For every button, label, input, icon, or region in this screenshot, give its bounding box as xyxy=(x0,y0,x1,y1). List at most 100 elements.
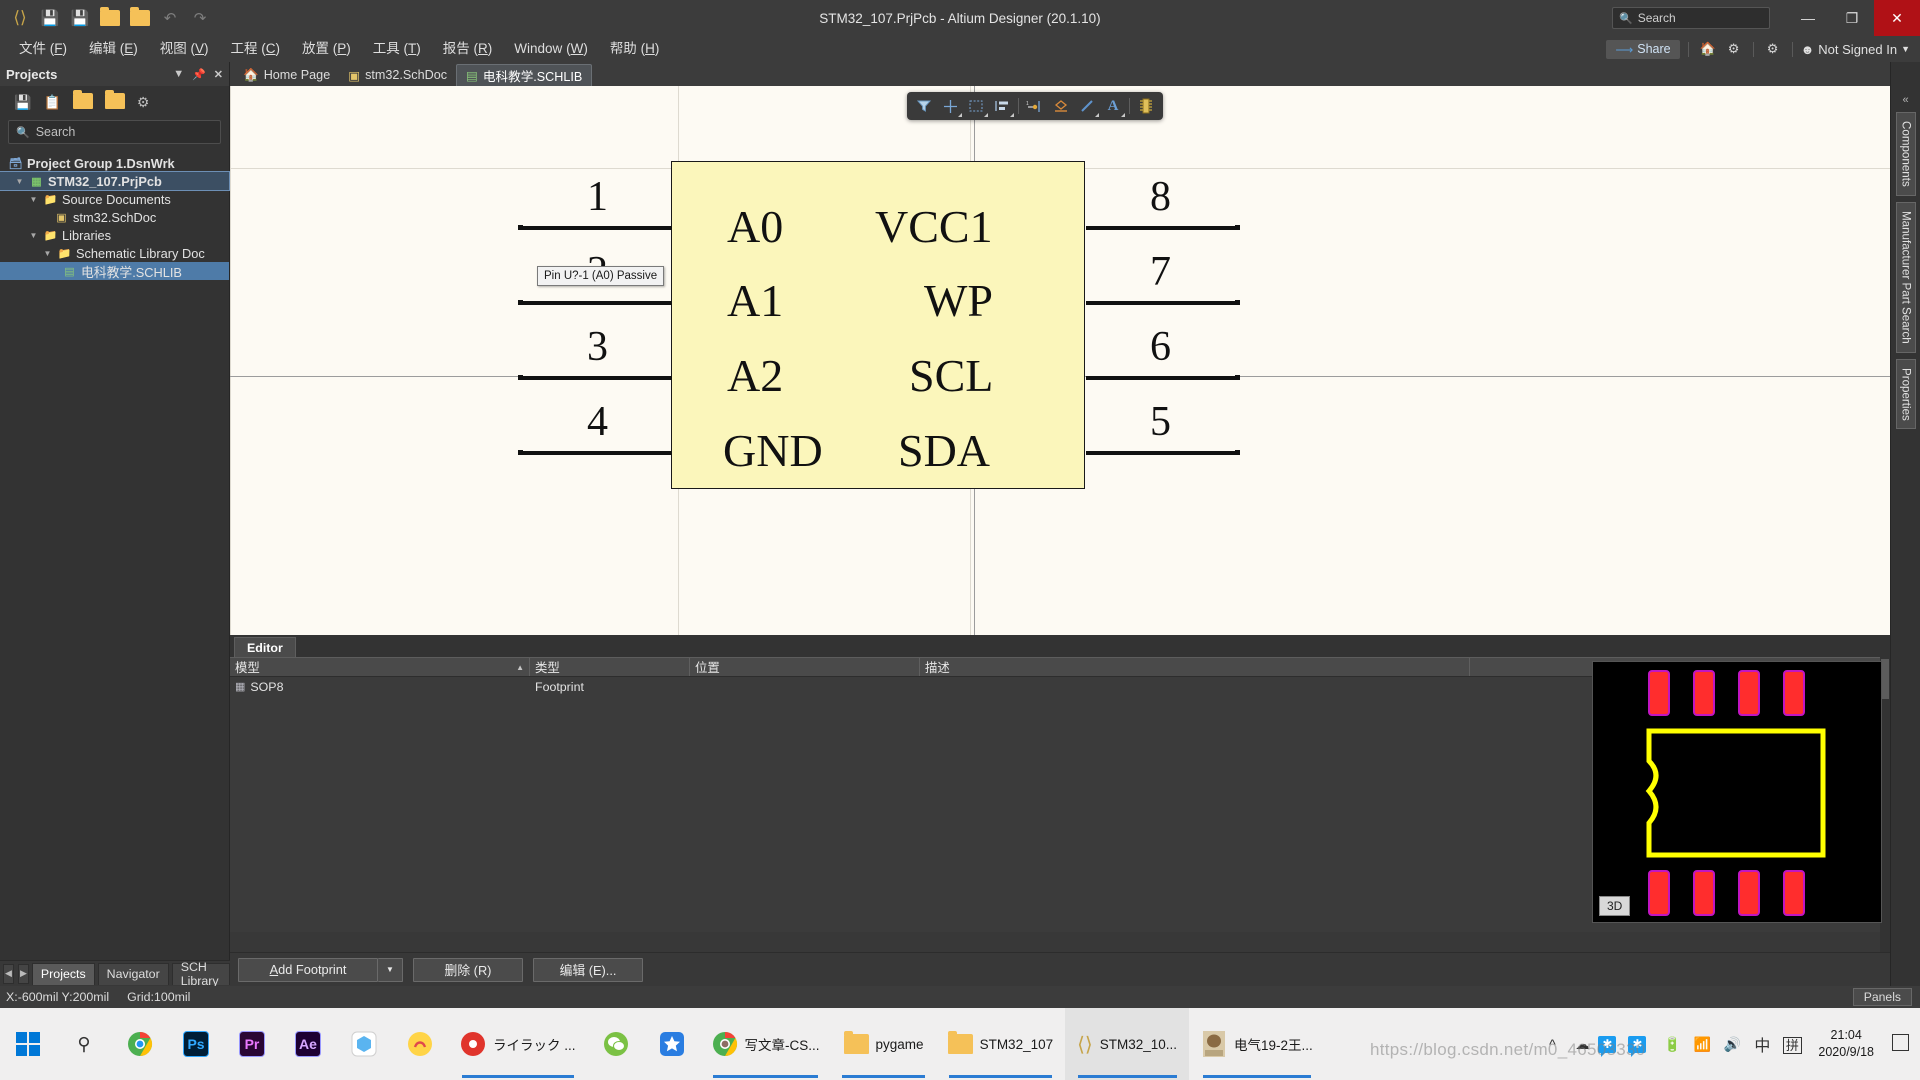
column-header-description[interactable]: 描述 xyxy=(920,658,1470,676)
tree-item-schlib[interactable]: ▤ 电科教学.SCHLIB xyxy=(0,262,229,280)
menu-project[interactable]: 工程 (C) xyxy=(220,36,292,62)
tab-navigator[interactable]: Navigator xyxy=(97,962,169,985)
tree-item-source-documents[interactable]: ▼ 📁 Source Documents xyxy=(0,190,229,208)
start-button[interactable] xyxy=(0,1008,56,1080)
restore-button[interactable]: ❐ xyxy=(1830,0,1874,36)
tab-manufacturer-part-search[interactable]: Manufacturer Part Search xyxy=(1895,201,1916,353)
premiere-icon[interactable]: Pr xyxy=(224,1008,280,1080)
menu-place[interactable]: 放置 (P) xyxy=(291,36,362,62)
expand-arrow-icon[interactable]: ▼ xyxy=(28,231,39,240)
search-icon[interactable]: ⚲ xyxy=(56,1008,112,1080)
pin-endpoint-6[interactable] xyxy=(1235,375,1240,380)
signin-menu[interactable]: ☻ Not Signed In ▼ xyxy=(1801,42,1910,57)
share-button[interactable]: ⟶ Share xyxy=(1606,39,1680,59)
altium-logo-icon[interactable]: ⟨⟩ xyxy=(6,4,34,32)
expand-arrow-icon[interactable]: ▼ xyxy=(28,195,39,204)
taskbar-item-music[interactable]: ライラック ... xyxy=(448,1008,588,1080)
tab-properties[interactable]: Properties xyxy=(1895,358,1916,430)
taskbar-item-pygame[interactable]: pygame xyxy=(832,1008,936,1080)
open-project-icon[interactable] xyxy=(126,4,154,32)
pin-line-8[interactable] xyxy=(1086,226,1238,230)
blue-app-icon[interactable] xyxy=(644,1008,700,1080)
ime-mode-icon[interactable]: 拼 xyxy=(1778,1035,1806,1054)
wifi-icon[interactable]: 📶 xyxy=(1688,1036,1716,1053)
menu-reports[interactable]: 报告 (R) xyxy=(432,36,504,62)
place-component-icon[interactable] xyxy=(1133,94,1159,118)
close-button[interactable]: ✕ xyxy=(1874,0,1920,36)
menu-window[interactable]: Window (W) xyxy=(503,36,599,62)
pin-line-4[interactable] xyxy=(520,451,672,455)
tree-item-schdoc[interactable]: ▣ stm32.SchDoc xyxy=(0,208,229,226)
extensions-icon[interactable]: ⚙ xyxy=(1762,41,1784,57)
chevron-double-left-icon[interactable]: « xyxy=(1891,62,1920,106)
doc-tab-home-page[interactable]: 🏠 Home Page xyxy=(234,64,339,86)
pin-endpoint-1[interactable] xyxy=(518,225,523,230)
gear-icon[interactable]: ⚙ xyxy=(137,94,150,111)
pin-line-1[interactable] xyxy=(520,226,672,230)
filter-icon[interactable] xyxy=(911,94,937,118)
column-header-location[interactable]: 位置 xyxy=(690,658,920,676)
taskbar-item-qq[interactable]: 电气19-2王... xyxy=(1189,1008,1325,1080)
notification-icon[interactable] xyxy=(1886,1034,1914,1054)
home-icon[interactable]: 🏠 xyxy=(1697,41,1719,57)
tab-editor[interactable]: Editor xyxy=(234,637,296,657)
taskbar-item-altium[interactable]: ⟨⟩ STM32_10... xyxy=(1065,1008,1190,1080)
pin-endpoint-4[interactable] xyxy=(518,450,523,455)
tree-item-project[interactable]: ▼ ▦ STM32_107.PrjPcb xyxy=(0,171,230,191)
doc-tab-schlib[interactable]: ▤ 电科教学.SCHLIB xyxy=(456,64,593,86)
crosshair-move-icon[interactable] xyxy=(937,94,963,118)
tree-item-schematic-library-doc[interactable]: ▼ 📁 Schematic Library Doc xyxy=(0,244,229,262)
selection-rectangle-icon[interactable] xyxy=(963,94,989,118)
place-polygon-icon[interactable] xyxy=(1048,94,1074,118)
pin-endpoint-7[interactable] xyxy=(1235,300,1240,305)
pin-line-5[interactable] xyxy=(1086,451,1238,455)
tree-item-workspace[interactable]: 🗃 Project Group 1.DsnWrk xyxy=(0,154,229,172)
align-icon[interactable] xyxy=(989,94,1015,118)
battery-icon[interactable]: 🔋 xyxy=(1658,1036,1686,1053)
add-footprint-dropdown[interactable]: ▼ xyxy=(378,957,403,982)
save-icon[interactable]: 💾 xyxy=(36,4,64,32)
pin-endpoint-8[interactable] xyxy=(1235,225,1240,230)
tab-sch-library[interactable]: SCH Library xyxy=(171,960,230,988)
close-icon[interactable]: ✕ xyxy=(214,68,223,81)
undo-icon[interactable]: ↶ xyxy=(156,4,184,32)
app-icon[interactable] xyxy=(336,1008,392,1080)
delete-button[interactable]: 删除 (R) xyxy=(413,957,523,982)
column-header-type[interactable]: 类型 xyxy=(530,658,690,676)
expand-arrow-icon[interactable]: ▼ xyxy=(42,249,53,258)
taskbar-item-chrome-article[interactable]: 写文章-CS... xyxy=(700,1008,832,1080)
documents-icon[interactable]: 📋 xyxy=(43,94,60,111)
pin-line-7[interactable] xyxy=(1086,301,1238,305)
save-all-icon[interactable]: 💾 xyxy=(66,4,94,32)
add-footprint-split-button[interactable]: Add Footprint ▼ xyxy=(238,957,403,982)
volume-icon[interactable]: 🔊 xyxy=(1718,1036,1746,1053)
app2-icon[interactable] xyxy=(392,1008,448,1080)
minimize-button[interactable]: — xyxy=(1786,0,1830,36)
menu-edit[interactable]: 编辑 (E) xyxy=(78,36,149,62)
tree-item-libraries[interactable]: ▼ 📁 Libraries xyxy=(0,226,229,244)
preview-3d-toggle[interactable]: 3D xyxy=(1599,896,1631,916)
redo-icon[interactable]: ↷ xyxy=(186,4,214,32)
place-line-icon[interactable] xyxy=(1074,94,1100,118)
pin-endpoint-2[interactable] xyxy=(518,300,523,305)
panels-button[interactable]: Panels xyxy=(1852,988,1912,1006)
chrome-icon[interactable] xyxy=(112,1008,168,1080)
add-footprint-button[interactable]: Add Footprint xyxy=(238,957,378,982)
place-text-icon[interactable]: A xyxy=(1100,94,1126,118)
taskbar-item-stm32-107-folder[interactable]: STM32_107 xyxy=(936,1008,1066,1080)
onedrive-icon[interactable]: ☁ xyxy=(1568,1036,1596,1053)
pin-endpoint-5[interactable] xyxy=(1235,450,1240,455)
expand-arrow-icon[interactable]: ▼ xyxy=(14,177,25,186)
edit-button[interactable]: 编辑 (E)... xyxy=(533,957,643,982)
tab-projects[interactable]: Projects xyxy=(31,962,95,985)
schematic-canvas[interactable]: 1 A 1 2 3 4 8 7 6 5 xyxy=(230,86,1890,635)
panel-menu-icon[interactable]: ▼ xyxy=(173,68,184,81)
place-pin-icon[interactable]: 1 xyxy=(1022,94,1048,118)
save-icon[interactable]: 💾 xyxy=(14,94,31,111)
menu-help[interactable]: 帮助 (H) xyxy=(599,36,671,62)
pin-icon[interactable]: 📌 xyxy=(192,68,206,81)
menu-tools[interactable]: 工具 (T) xyxy=(362,36,432,62)
chevron-up-icon[interactable]: ^ xyxy=(1538,1036,1566,1052)
menu-file[interactable]: 文件 (F) xyxy=(8,36,78,62)
global-search-input[interactable]: 🔍 Search xyxy=(1612,7,1770,29)
